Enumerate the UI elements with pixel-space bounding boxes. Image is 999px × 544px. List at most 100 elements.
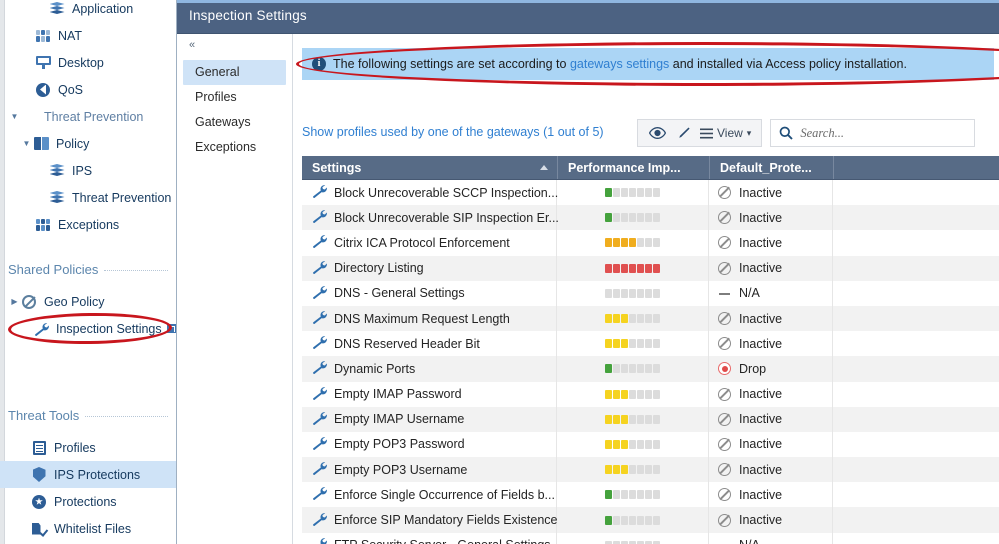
view-menu-button[interactable]: View ▾ [696, 121, 755, 145]
nav-spacer [24, 85, 33, 94]
sidebar-item-qos-3[interactable]: QoS [0, 76, 176, 103]
sidebar-item-threat-prevention-4[interactable]: ▼Threat Prevention [0, 103, 176, 130]
table-row[interactable]: Empty IMAP PasswordInactive [302, 382, 999, 407]
cell-setting-name: Empty IMAP Password [302, 382, 557, 407]
wrench-icon [311, 485, 327, 504]
sidebar-item-policy-5[interactable]: ▼ Policy [0, 130, 176, 157]
inactive-icon [718, 514, 731, 527]
column-header-settings[interactable]: Settings [302, 156, 557, 179]
perf-segment [605, 314, 612, 323]
table-row[interactable]: Enforce Single Occurrence of Fields b...… [302, 482, 999, 507]
external-window-badge-icon [167, 324, 176, 333]
perf-segment [645, 314, 652, 323]
perf-segment [605, 440, 612, 449]
table-row[interactable]: DNS Reserved Header BitInactive [302, 331, 999, 356]
hamburger-icon [700, 128, 713, 139]
cell-extra [833, 331, 999, 356]
cell-default-protection: Drop [709, 356, 833, 381]
table-row[interactable]: Block Unrecoverable SCCP Inspection...In… [302, 180, 999, 205]
inactive-icon [718, 438, 731, 451]
cell-performance-impact [557, 407, 709, 432]
tab-exceptions[interactable]: Exceptions [183, 135, 286, 160]
sidebar-item-ips-6[interactable]: IPS [0, 157, 176, 184]
tab-general[interactable]: General [183, 60, 286, 85]
inactive-icon [718, 211, 731, 224]
info-icon: i [312, 57, 326, 71]
collapse-pane-button[interactable]: « [183, 38, 201, 52]
cell-setting-name: Enforce Single Occurrence of Fields b... [302, 482, 557, 507]
show-profiles-link[interactable]: Show profiles used by one of the gateway… [302, 125, 604, 139]
sidebar-item-whitelist-files[interactable]: Whitelist Files [0, 515, 176, 542]
sidebar-item-profiles[interactable]: Profiles [0, 434, 176, 461]
sidebar-item-ips-protections[interactable]: IPS Protections [0, 461, 176, 488]
column-header-blank[interactable] [833, 156, 999, 179]
performance-impact-bar [605, 213, 661, 222]
cell-setting-name: Citrix ICA Protocol Enforcement [302, 230, 557, 255]
search-input[interactable]: Search... [770, 119, 975, 147]
cell-performance-impact [557, 205, 709, 230]
table-row[interactable]: Citrix ICA Protocol EnforcementInactive [302, 230, 999, 255]
perf-segment [629, 490, 636, 499]
table-row[interactable]: Empty POP3 PasswordInactive [302, 432, 999, 457]
column-header-default-prote[interactable]: Default_Prote... [709, 156, 833, 179]
perf-segment [629, 213, 636, 222]
sidebar-item-protections[interactable]: Protections [0, 488, 176, 515]
wrench-icon [31, 321, 51, 337]
table-row[interactable]: Enforce SIP Mandatory Fields ExistenceIn… [302, 507, 999, 532]
table-row[interactable]: Block Unrecoverable SIP Inspection Er...… [302, 205, 999, 230]
table-row[interactable]: DNS - General SettingsN/A [302, 281, 999, 306]
sidebar-item-desktop-2[interactable]: Desktop [0, 49, 176, 76]
sidebar-item-application-0[interactable]: Application [0, 0, 176, 22]
nav-item-label: Policy [56, 137, 89, 151]
table-row[interactable]: DNS Maximum Request LengthInactive [302, 306, 999, 331]
wrench-icon [311, 359, 327, 378]
perf-segment [605, 213, 612, 222]
perf-segment [637, 213, 644, 222]
section-divider [85, 416, 168, 417]
table-row[interactable]: Directory ListingInactive [302, 256, 999, 281]
setting-label: Citrix ICA Protocol Enforcement [334, 236, 510, 250]
sort-ascending-icon [540, 165, 548, 170]
nav-spacer [20, 470, 29, 479]
setting-label: FTP Security Server - General Settings [334, 538, 551, 544]
chevron-down-icon[interactable]: ▼ [10, 112, 19, 121]
table-row[interactable]: Dynamic PortsDrop [302, 356, 999, 381]
chevron-down-icon[interactable]: ▼ [22, 139, 31, 148]
chevron-right-icon[interactable]: ▶ [10, 297, 19, 306]
cell-extra [833, 432, 999, 457]
perf-segment [637, 314, 644, 323]
perf-segment [645, 238, 652, 247]
sidebar-item-threat-prevention-7[interactable]: Threat Prevention [0, 184, 176, 211]
gateways-settings-link[interactable]: gateways settings [570, 57, 669, 71]
table-row[interactable]: FTP Security Server - General SettingsN/… [302, 533, 999, 544]
perf-segment [645, 364, 652, 373]
sidebar-item-inspection-settings[interactable]: Inspection Settings [0, 315, 176, 342]
performance-impact-bar [605, 289, 661, 298]
sidebar-item-exceptions-8[interactable]: Exceptions [0, 211, 176, 238]
cell-default-protection: Inactive [709, 432, 833, 457]
tab-gateways[interactable]: Gateways [183, 110, 286, 135]
perf-segment [613, 440, 620, 449]
cell-default-protection: Inactive [709, 306, 833, 331]
sidebar-item-nat-1[interactable]: NAT [0, 22, 176, 49]
perf-segment [653, 364, 660, 373]
sidebar-item-geo-policy[interactable]: ▶Geo Policy [0, 288, 176, 315]
perf-segment [605, 238, 612, 247]
perf-segment [629, 465, 636, 474]
wrench-icon [311, 460, 327, 479]
info-banner: i The following settings are set accordi… [302, 48, 994, 80]
nav-spacer [20, 524, 29, 533]
tab-rail: « GeneralProfilesGatewaysExceptions [177, 34, 293, 544]
pencil-icon[interactable] [670, 121, 696, 145]
column-header-performance-imp[interactable]: Performance Imp... [557, 156, 709, 179]
action-label: Inactive [739, 211, 782, 225]
nav-primary-group: Application NAT Desktop QoS▼Threat Preve… [0, 0, 176, 238]
action-label: Drop [739, 362, 766, 376]
perf-segment [629, 415, 636, 424]
inactive-icon [718, 312, 731, 325]
tab-profiles[interactable]: Profiles [183, 85, 286, 110]
table-row[interactable]: Empty POP3 UsernameInactive [302, 457, 999, 482]
setting-label: Empty IMAP Username [334, 412, 464, 426]
eye-icon[interactable] [644, 121, 670, 145]
table-row[interactable]: Empty IMAP UsernameInactive [302, 407, 999, 432]
